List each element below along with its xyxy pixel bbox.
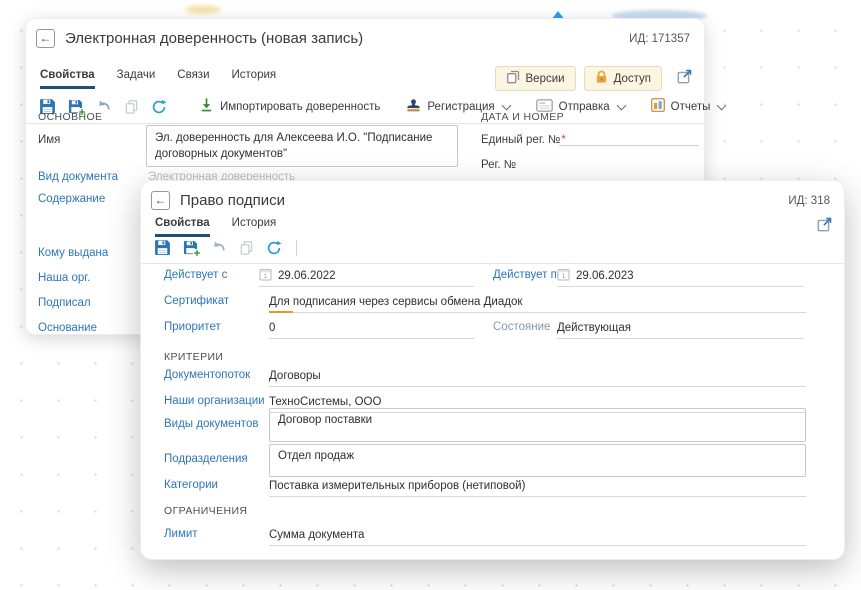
- departments-input[interactable]: Отдел продаж: [269, 444, 806, 477]
- page-title: Электронная доверенность (новая запись): [65, 30, 363, 47]
- back-button[interactable]: ←: [151, 191, 170, 210]
- unified-reg-label: Единый рег. №*: [481, 134, 566, 146]
- doc-kind-label[interactable]: Вид документа: [38, 171, 118, 183]
- versions-button[interactable]: Версии: [495, 66, 576, 91]
- tab-links[interactable]: Связи: [177, 69, 209, 89]
- access-label: Доступ: [614, 73, 651, 85]
- issued-to-label[interactable]: Кому выдана: [38, 247, 108, 259]
- copy-button[interactable]: [239, 240, 254, 256]
- certificate-input[interactable]: Для подписания через сервисы обмена Диад…: [269, 291, 806, 313]
- record-id: ИД: 318: [788, 195, 830, 207]
- calendar-icon: 1: [259, 268, 272, 284]
- signed-by-label[interactable]: Подписал: [38, 297, 91, 309]
- import-poa-button[interactable]: Импортировать доверенность: [199, 97, 380, 116]
- categories-input[interactable]: Поставка измерительных приборов (нетипов…: [269, 475, 806, 497]
- section-restrictions: ОГРАНИЧЕНИЯ: [164, 505, 247, 517]
- calendar-icon: 1: [557, 268, 570, 284]
- section-date-number: ДАТА И НОМЕР: [481, 111, 564, 123]
- doc-flow-input[interactable]: Договоры: [269, 365, 806, 387]
- import-icon: [199, 97, 214, 116]
- priority-input[interactable]: 0: [269, 317, 474, 339]
- doc-flow-label[interactable]: Документопоток: [164, 369, 250, 381]
- departments-label[interactable]: Подразделения: [164, 453, 248, 465]
- open-in-new-window-icon[interactable]: [817, 217, 832, 235]
- limit-label[interactable]: Лимит: [164, 528, 198, 540]
- valid-from-input[interactable]: 1 29.06.2022: [259, 265, 474, 287]
- state-value: Действующая: [557, 317, 804, 339]
- unified-reg-input[interactable]: [559, 123, 699, 146]
- lock-icon: [595, 70, 608, 87]
- poa-toolbar: Импортировать доверенность Регистрация О…: [39, 97, 692, 116]
- basis-label[interactable]: Основание: [38, 322, 97, 334]
- doc-kinds-label[interactable]: Виды документов: [164, 418, 258, 430]
- copy-button[interactable]: [124, 99, 139, 115]
- signing-title-row: ← Право подписи ИД: 318: [151, 191, 832, 213]
- refresh-button[interactable]: [151, 99, 167, 115]
- back-arrow-icon: ←: [40, 31, 52, 45]
- poa-title-row: ← Электронная доверенность (новая запись…: [36, 29, 692, 51]
- undo-button[interactable]: [210, 239, 227, 256]
- section-main: ОСНОВНОЕ: [38, 111, 102, 123]
- back-arrow-icon: ←: [155, 193, 167, 207]
- tab-history[interactable]: История: [232, 217, 277, 237]
- decor-yellow-blob: [185, 5, 221, 14]
- valid-from-label[interactable]: Действует с: [164, 269, 227, 281]
- section-criteria: КРИТЕРИИ: [164, 351, 223, 363]
- tab-properties[interactable]: Свойства: [155, 217, 210, 237]
- toolbar-separator: [141, 263, 844, 264]
- priority-label[interactable]: Приоритет: [164, 321, 221, 333]
- limit-input[interactable]: Сумма документа: [269, 524, 806, 546]
- categories-label[interactable]: Категории: [164, 479, 218, 491]
- spellcheck-underline: [269, 311, 293, 313]
- refresh-button[interactable]: [266, 240, 282, 256]
- toolbar-divider: [296, 240, 297, 256]
- window-signing-right: ← Право подписи ИД: 318 Свойства История…: [140, 180, 845, 560]
- stamp-icon: [406, 98, 421, 116]
- svg-text:1: 1: [264, 273, 268, 280]
- signing-toolbar: [154, 239, 832, 256]
- save-and-new-button[interactable]: [183, 240, 198, 255]
- poa-tabs-row: Свойства Задачи Связи История Версии Дос…: [40, 69, 692, 95]
- back-button[interactable]: ←: [36, 29, 55, 48]
- content-label[interactable]: Содержание: [38, 193, 105, 205]
- chevron-down-icon: [501, 100, 511, 110]
- svg-text:1: 1: [562, 273, 566, 280]
- page-title: Право подписи: [180, 192, 285, 209]
- name-input[interactable]: Эл. доверенность для Алексеева И.О. "Под…: [146, 125, 458, 167]
- tab-tasks[interactable]: Задачи: [117, 69, 156, 89]
- save-button[interactable]: [154, 239, 171, 256]
- versions-icon: [506, 70, 520, 87]
- desktop-background: ← Электронная доверенность (новая запись…: [0, 0, 861, 590]
- tab-properties[interactable]: Свойства: [40, 69, 95, 89]
- import-label: Импортировать доверенность: [220, 101, 380, 113]
- valid-to-label[interactable]: Действует по: [493, 269, 563, 281]
- chevron-down-icon: [717, 100, 727, 110]
- doc-kinds-input[interactable]: Договор поставки: [269, 408, 806, 442]
- state-label: Состояние: [493, 321, 550, 333]
- tab-history[interactable]: История: [232, 69, 277, 89]
- our-orgs-label[interactable]: Наши организации: [164, 395, 265, 407]
- reports-label: Отчеты: [671, 101, 711, 113]
- our-org-label[interactable]: Наша орг.: [38, 272, 90, 284]
- record-id: ИД: 171357: [629, 33, 690, 45]
- chevron-down-icon: [616, 100, 626, 110]
- valid-to-input[interactable]: 1 29.06.2023: [557, 265, 804, 287]
- name-label: Имя: [38, 134, 60, 146]
- open-in-new-window-icon[interactable]: [677, 69, 692, 87]
- reg-number-label: Рег. №: [481, 159, 516, 171]
- certificate-label[interactable]: Сертификат: [164, 295, 229, 307]
- reports-icon: [651, 98, 665, 115]
- reports-menu-button[interactable]: Отчеты: [651, 98, 726, 115]
- versions-label: Версии: [526, 73, 565, 85]
- access-button[interactable]: Доступ: [584, 66, 662, 91]
- send-label: Отправка: [559, 101, 610, 113]
